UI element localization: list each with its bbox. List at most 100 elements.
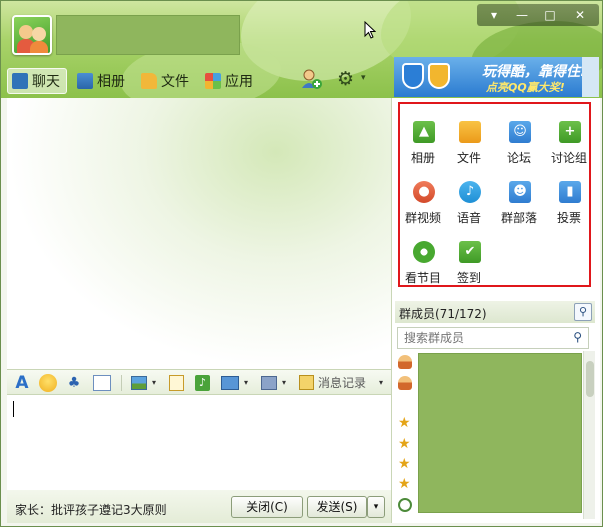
app-file[interactable]: 文件	[446, 104, 492, 165]
music-icon[interactable]: ♪	[195, 375, 210, 391]
app-glyph: +	[564, 124, 576, 139]
window-header: ▾ — □ ✕ 聊天 相册 文件 应用 ⚙ ▾ 玩得酷，靠得住! 点亮QQ赢大奖…	[1, 1, 602, 98]
document-icon[interactable]	[169, 375, 184, 391]
member-search-input[interactable]	[398, 328, 558, 348]
shield-icon	[402, 63, 424, 89]
star-icon: ★	[398, 476, 411, 492]
tab-label: 文件	[161, 74, 189, 90]
mouse-cursor-icon	[364, 21, 376, 39]
discussion-icon: +	[559, 121, 581, 143]
message-history-button[interactable]: 消息记录	[318, 374, 366, 392]
scrollbar-thumb[interactable]	[586, 361, 594, 397]
chevron-down-icon[interactable]: ▾	[280, 374, 288, 392]
tribe-icon: ☻	[509, 181, 531, 203]
scribble-icon[interactable]	[93, 375, 111, 391]
app-glyph	[459, 121, 481, 143]
chat-bubble-icon	[398, 498, 412, 512]
app-voice[interactable]: ♪ 语音	[446, 164, 492, 225]
emoji-icon[interactable]	[39, 374, 57, 392]
members-count-title: 群成员(71/172)	[399, 307, 487, 321]
app-glyph: ●	[418, 184, 430, 199]
app-glyph: ✔	[464, 244, 476, 259]
members-header: 群成员(71/172) ⚲	[395, 301, 595, 323]
message-history-icon[interactable]	[299, 375, 314, 390]
shield-icon	[428, 63, 450, 89]
close-button[interactable]: 关闭(C)	[231, 496, 303, 518]
app-checkin[interactable]: ✔ 签到	[446, 224, 492, 285]
avatar-figure	[30, 41, 48, 53]
tab-chat[interactable]: 聊天	[7, 68, 67, 94]
promo-link[interactable]: 家长：批评孩子遵记3大原则	[15, 501, 167, 518]
app-discussion[interactable]: + 讨论组	[546, 104, 592, 165]
app-forum[interactable]: ☺ 论坛	[496, 104, 542, 165]
screenshot-icon[interactable]	[221, 376, 239, 390]
member-list-scrollbar[interactable]	[583, 351, 595, 519]
text-caret	[13, 401, 14, 417]
photo-icon: ▲	[413, 121, 435, 143]
group-avatar[interactable]	[12, 15, 52, 55]
maximize-button[interactable]: □	[537, 7, 563, 23]
voice-icon: ♪	[459, 181, 481, 203]
app-glyph: ♪	[465, 184, 475, 199]
folder-icon	[459, 121, 481, 143]
chat-icon	[12, 73, 28, 89]
app-glyph	[413, 241, 435, 263]
member-role-icon	[398, 355, 412, 369]
film-icon	[413, 241, 435, 263]
member-search-box: ⚲	[397, 327, 589, 349]
chevron-down-icon[interactable]: ▾	[377, 374, 385, 392]
add-user-icon[interactable]	[300, 68, 322, 90]
app-glyph: ▲	[419, 124, 429, 139]
app-label: 投票	[556, 211, 581, 225]
tab-album[interactable]: 相册	[73, 68, 131, 94]
app-label: 群部落	[500, 211, 537, 225]
star-icon: ★	[398, 436, 411, 452]
app-vote[interactable]: ▮ 投票	[546, 164, 592, 225]
avatar-figure	[19, 25, 33, 39]
app-group-video[interactable]: ● 群视频	[400, 164, 446, 225]
avatar-figure	[32, 27, 46, 41]
app-watch-show[interactable]: 看节目	[400, 224, 446, 285]
star-icon: ★	[398, 456, 411, 472]
video-icon: ●	[413, 181, 435, 203]
bottom-action-bar: 家长：批评孩子遵记3大原则 关闭(C) 发送(S) ▾	[7, 490, 391, 523]
remote-assist-icon[interactable]	[261, 376, 277, 390]
message-input[interactable]	[7, 395, 391, 490]
banner-subline: 点亮QQ赢大奖!	[486, 81, 565, 94]
star-icon: ★	[398, 415, 411, 431]
app-tribe[interactable]: ☻ 群部落	[496, 164, 542, 225]
chevron-down-icon[interactable]: ▾	[242, 374, 250, 392]
tab-label: 相册	[97, 74, 125, 90]
ad-banner[interactable]: 玩得酷，靠得住! 点亮QQ赢大奖!	[394, 57, 582, 97]
album-icon	[77, 73, 93, 89]
shake-window-icon[interactable]: ♣	[65, 374, 83, 392]
close-window-button[interactable]: ✕	[567, 7, 593, 23]
tab-file[interactable]: 文件	[137, 68, 195, 94]
banner-headline: 玩得酷，靠得住!	[482, 64, 582, 80]
group-name-redacted	[56, 15, 240, 55]
app-album[interactable]: ▲ 相册	[400, 104, 446, 165]
gear-icon[interactable]: ⚙	[337, 68, 359, 90]
app-label: 签到	[456, 271, 481, 285]
window-menu-button[interactable]: ▾	[481, 7, 507, 23]
forum-icon: ☺	[509, 121, 531, 143]
search-icon[interactable]: ⚲	[573, 330, 582, 344]
send-image-icon[interactable]	[131, 376, 147, 390]
minimize-button[interactable]: —	[509, 7, 535, 23]
search-icon[interactable]: ⚲	[574, 303, 592, 321]
tab-apps[interactable]: 应用	[201, 68, 259, 94]
settings-caret-icon[interactable]: ▾	[361, 73, 366, 83]
chat-history-pane[interactable]	[7, 98, 391, 369]
qq-group-chat-window: ▾ — □ ✕ 聊天 相册 文件 应用 ⚙ ▾ 玩得酷，靠得住! 点亮QQ赢大奖…	[0, 0, 603, 527]
checkin-icon: ✔	[459, 241, 481, 263]
app-glyph: ☻	[513, 184, 527, 199]
member-names-redacted	[418, 353, 582, 513]
member-role-icon	[398, 376, 412, 390]
toolbar-divider	[121, 375, 122, 391]
font-icon[interactable]: A	[13, 374, 31, 392]
main-tabs: 聊天 相册 文件 应用	[7, 67, 265, 95]
send-button[interactable]: 发送(S)	[307, 496, 367, 518]
send-options-button[interactable]: ▾	[367, 496, 385, 518]
chevron-down-icon[interactable]: ▾	[150, 374, 158, 392]
folder-icon	[141, 73, 157, 89]
